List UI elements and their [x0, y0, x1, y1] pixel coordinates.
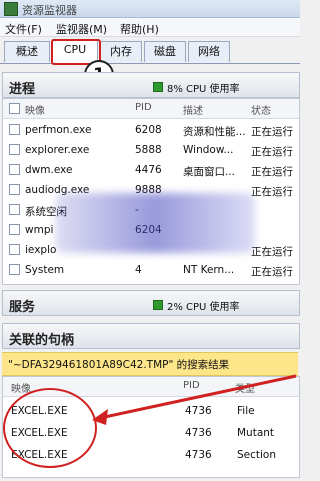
annotation-arrow — [92, 374, 297, 425]
arrow-head-icon — [92, 409, 108, 425]
arrow-line — [99, 374, 297, 420]
